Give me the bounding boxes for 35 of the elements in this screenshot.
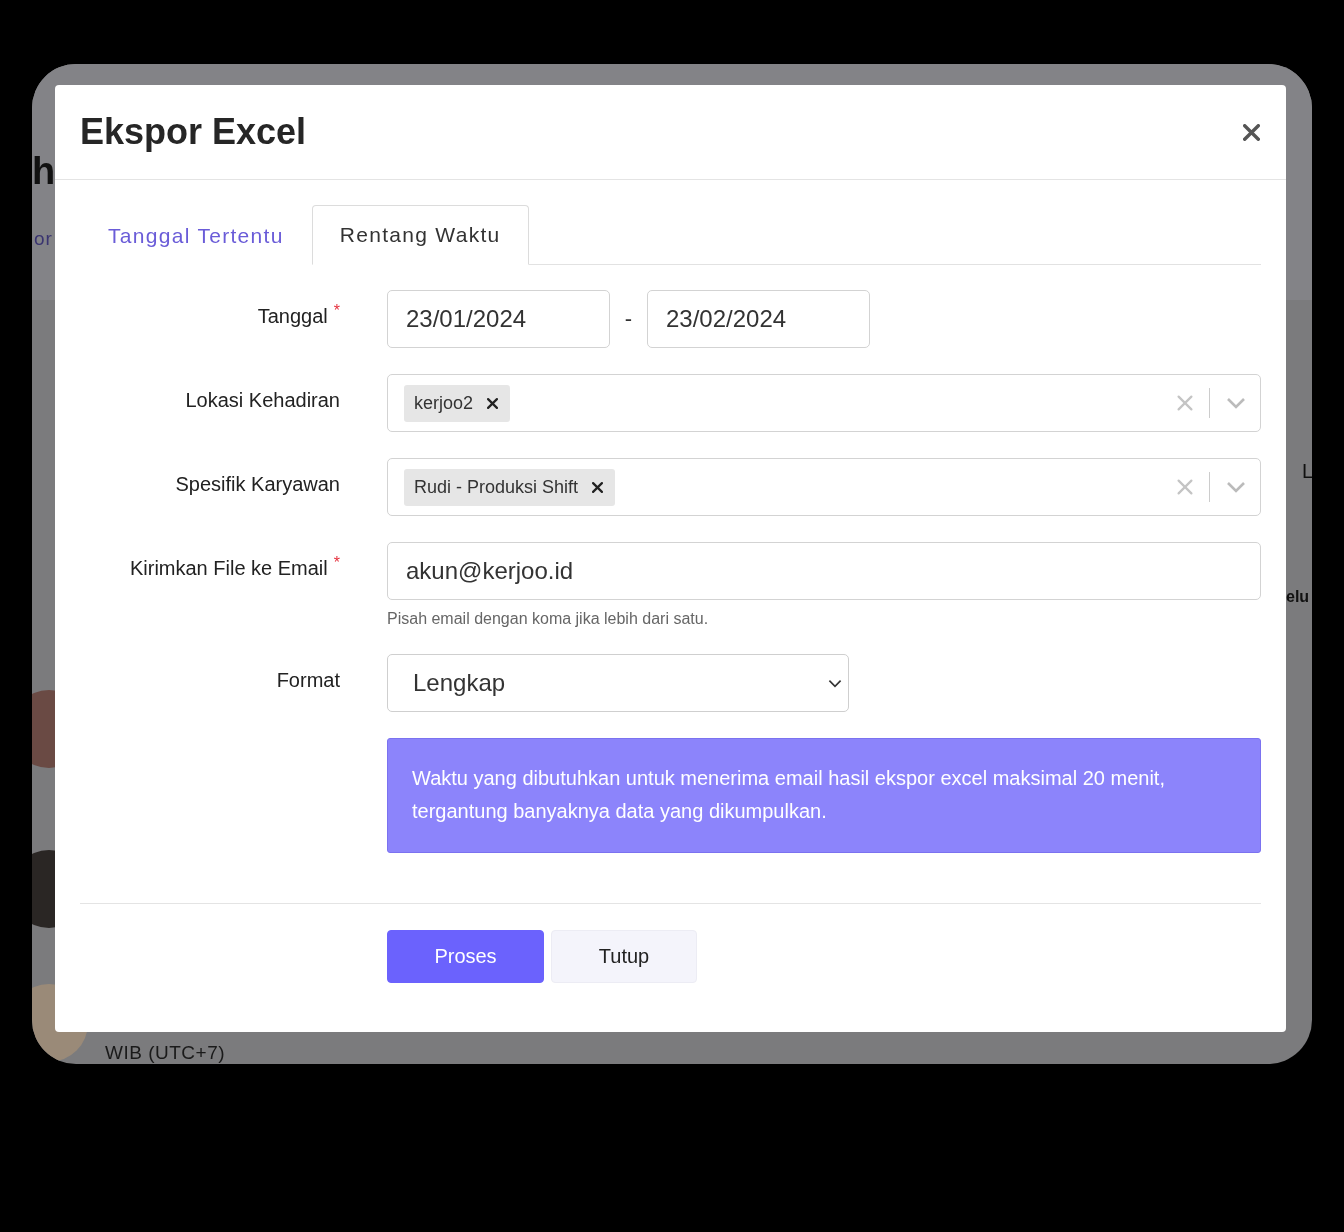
clear-icon[interactable]: [1177, 395, 1193, 411]
field-label: Spesifik Karyawan: [175, 472, 340, 496]
end-date-field[interactable]: 23/02/2024: [647, 290, 870, 348]
tag-label: kerjoo2: [414, 392, 474, 414]
tab[interactable]: Rentang Waktu: [311, 205, 529, 265]
remove-icon[interactable]: [487, 397, 499, 409]
multi-select-field[interactable]: Rudi - Produksi Shift: [387, 458, 1261, 516]
process-button[interactable]: Proses: [387, 930, 544, 983]
background-text: h: [32, 150, 56, 193]
background-text: L: [1302, 460, 1312, 483]
timezone-text: WIB (UTC+7): [105, 1042, 226, 1064]
required-mark: *: [333, 553, 340, 572]
close-icon[interactable]: [1243, 123, 1260, 141]
field-label: Tanggal: [257, 304, 328, 328]
format-select[interactable]: Lengkap: [387, 654, 849, 712]
field-label: Lokasi Kehadiran: [185, 388, 340, 412]
multi-select-field[interactable]: kerjoo2: [387, 374, 1261, 432]
background-text: elu: [1286, 588, 1310, 606]
start-date-field[interactable]: 23/01/2024: [387, 290, 610, 348]
chevron-down-icon: [828, 678, 842, 688]
clear-icon[interactable]: [1177, 479, 1193, 495]
date-separator: -: [623, 306, 634, 332]
required-mark: *: [333, 301, 340, 320]
close-button[interactable]: Tutup: [551, 930, 697, 983]
info-notice: Waktu yang dibutuhkan untuk menerima email hasil ekspor excel maksimal 20 menit, tergantung banyaknya data yang dikumpulkan.: [387, 738, 1261, 853]
tag-label: Rudi - Produksi Shift: [414, 476, 579, 498]
background-text: or: [34, 228, 53, 250]
dialog-title: Ekspor Excel: [80, 111, 307, 153]
email-field[interactable]: akun@kerjoo.id: [387, 542, 1261, 600]
field-label: Format: [276, 668, 340, 692]
field-label: Kirimkan File ke Email: [129, 556, 328, 580]
remove-icon[interactable]: [592, 481, 604, 493]
chevron-down-icon[interactable]: [1226, 481, 1246, 493]
help-text: Pisah email dengan koma jika lebih dari satu.: [387, 610, 710, 628]
chevron-down-icon[interactable]: [1226, 397, 1246, 409]
